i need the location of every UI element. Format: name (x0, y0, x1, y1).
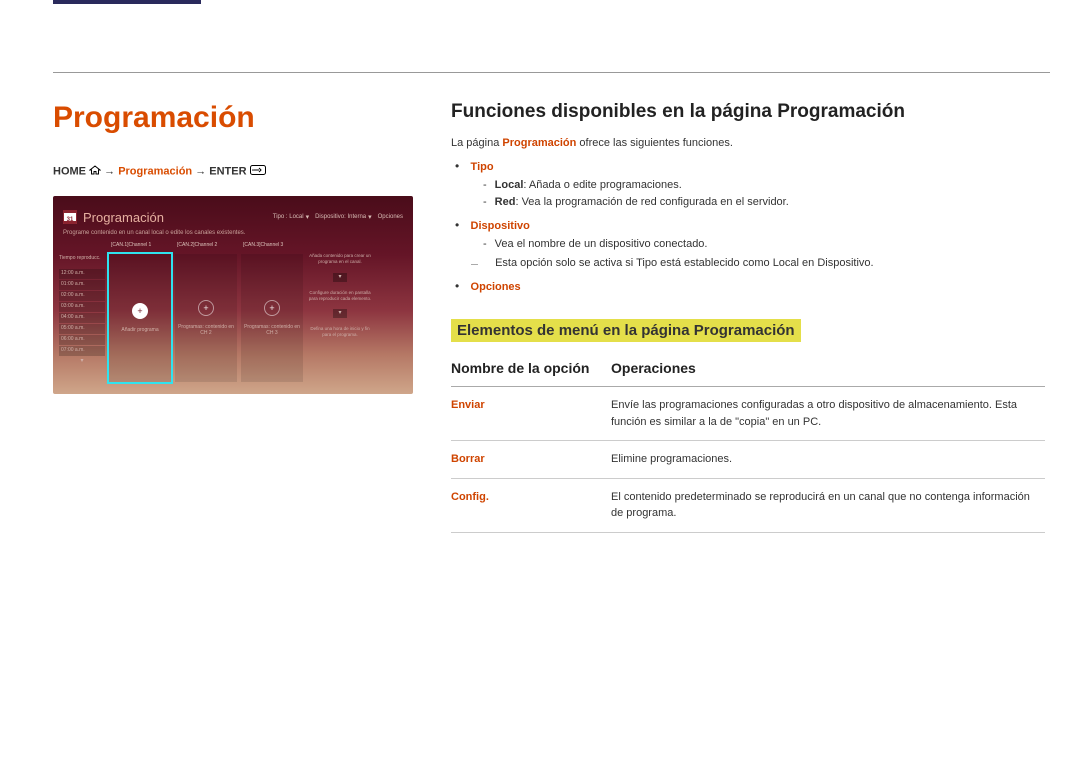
ss-time-row: 01:00 a.m. (59, 280, 105, 290)
ss-time-column: Tiempo reproducc. 12:00 a.m. 01:00 a.m. … (59, 240, 105, 382)
opt-enviar-desc: Envíe las programaciones configuradas a … (611, 387, 1045, 441)
ss-time-header: Tiempo reproducc. (59, 255, 105, 265)
content-wrap: Programación HOME → Programación → ENTER… (0, 101, 1080, 533)
calendar-icon: 31 (63, 210, 77, 224)
disp-note: Esta opción solo se activa si Tipo está … (469, 255, 1045, 272)
section-heading-menu-items: Elementos de menú en la página Programac… (451, 319, 801, 342)
plus-icon[interactable]: + (264, 300, 280, 316)
opt-enviar: Enviar (451, 387, 611, 441)
opt-config-desc: El contenido predeterminado se reproduci… (611, 478, 1045, 532)
feature-tipo-label: Tipo (471, 161, 494, 173)
table-row: Enviar Envíe las programaciones configur… (451, 387, 1045, 441)
ss-tip: Defina una hora de inicio y fin para el … (307, 326, 373, 338)
ss-channel-box[interactable]: + Programas: contenido en CH 3 (241, 254, 303, 382)
plus-icon[interactable]: + (198, 300, 214, 316)
ss-time-row: 12:00 a.m. (59, 269, 105, 279)
ss-tipo-dropdown[interactable]: Tipo : Local (273, 213, 309, 221)
ss-tip: Configure duración en pantalla para repr… (307, 290, 373, 302)
ss-time-row: 03:00 a.m. (59, 302, 105, 312)
breadcrumb-home: HOME (53, 165, 86, 177)
feature-opciones: Opciones (469, 279, 1045, 293)
tipo-red: Red: Vea la programación de red configur… (497, 194, 1045, 211)
table-row: Config. El contenido predeterminado se r… (451, 478, 1045, 532)
home-icon (89, 165, 101, 178)
ss-channel-box[interactable]: + Programas: contenido en CH 2 (175, 254, 237, 382)
enter-icon (250, 165, 266, 178)
horizontal-rule-top (53, 72, 1050, 73)
ss-time-row: 05:00 a.m. (59, 324, 105, 334)
ss-top-options: Tipo : Local Dispositivo: Interna Opcion… (273, 213, 403, 221)
col-header-name: Nombre de la opción (451, 354, 611, 387)
feature-disp-label: Dispositivo (471, 220, 530, 232)
breadcrumb-arrow1: → (104, 165, 115, 177)
breadcrumb-arrow2: → (195, 165, 206, 177)
chevron-down-icon: ▾ (333, 273, 347, 282)
ss-opciones-link[interactable]: Opciones (378, 213, 403, 221)
ss-time-row: 02:00 a.m. (59, 291, 105, 301)
screenshot-preview: 31 Programación Tipo : Local Dispositivo… (53, 196, 413, 394)
ss-channel-2[interactable]: [CAN.2]Channel 2 + Programas: contenido … (175, 240, 237, 382)
breadcrumb-enter: ENTER (209, 165, 246, 177)
ss-dispositivo-dropdown[interactable]: Dispositivo: Interna (315, 213, 372, 221)
right-column: Funciones disponibles en la página Progr… (433, 101, 1045, 533)
ss-side-tips: Añada contenido para crear un programa e… (307, 240, 373, 382)
feature-opc-label: Opciones (471, 281, 521, 293)
col-header-ops: Operaciones (611, 354, 1045, 387)
feature-dispositivo: Dispositivo Vea el nombre de un disposit… (469, 218, 1045, 271)
options-table: Nombre de la opción Operaciones Enviar E… (451, 354, 1045, 533)
table-row: Borrar Elimine programaciones. (451, 441, 1045, 479)
plus-icon[interactable]: + (132, 303, 148, 319)
section-heading-functions: Funciones disponibles en la página Progr… (451, 101, 1045, 123)
chevron-down-icon: ▾ (333, 309, 347, 318)
ss-channel-1[interactable]: [CAN.1]Channel 1 + Añadir programa (109, 240, 171, 382)
ss-title: Programación (83, 210, 164, 225)
tipo-local: Local: Añada o edite programaciones. (497, 177, 1045, 194)
breadcrumb: HOME → Programación → ENTER (53, 165, 433, 178)
ss-add-program-label: Añadir programa (121, 327, 158, 333)
ss-time-more[interactable]: ▾ (59, 357, 105, 364)
feature-list: Tipo Local: Añada o edite programaciones… (451, 159, 1045, 293)
intro-text: La página Programación ofrece las siguie… (451, 137, 1045, 149)
left-column: Programación HOME → Programación → ENTER… (53, 101, 433, 533)
ss-header: 31 Programación Tipo : Local Dispositivo… (53, 196, 413, 230)
opt-borrar: Borrar (451, 441, 611, 479)
ss-channel-3[interactable]: [CAN.3]Channel 3 + Programas: contenido … (241, 240, 303, 382)
breadcrumb-path: Programación (118, 165, 192, 177)
opt-config: Config. (451, 478, 611, 532)
ss-time-row: 06:00 a.m. (59, 335, 105, 345)
ss-time-row: 04:00 a.m. (59, 313, 105, 323)
top-accent-bar (53, 0, 201, 4)
feature-tipo: Tipo Local: Añada o edite programaciones… (469, 159, 1045, 210)
disp-line1: Vea el nombre de un dispositivo conectad… (497, 236, 1045, 253)
ss-channel-box-selected[interactable]: + Añadir programa (109, 254, 171, 382)
page-title: Programación (53, 101, 433, 135)
opt-borrar-desc: Elimine programaciones. (611, 441, 1045, 479)
ss-time-row: 07:00 a.m. (59, 346, 105, 356)
ss-tip: Añada contenido para crear un programa e… (307, 253, 373, 265)
